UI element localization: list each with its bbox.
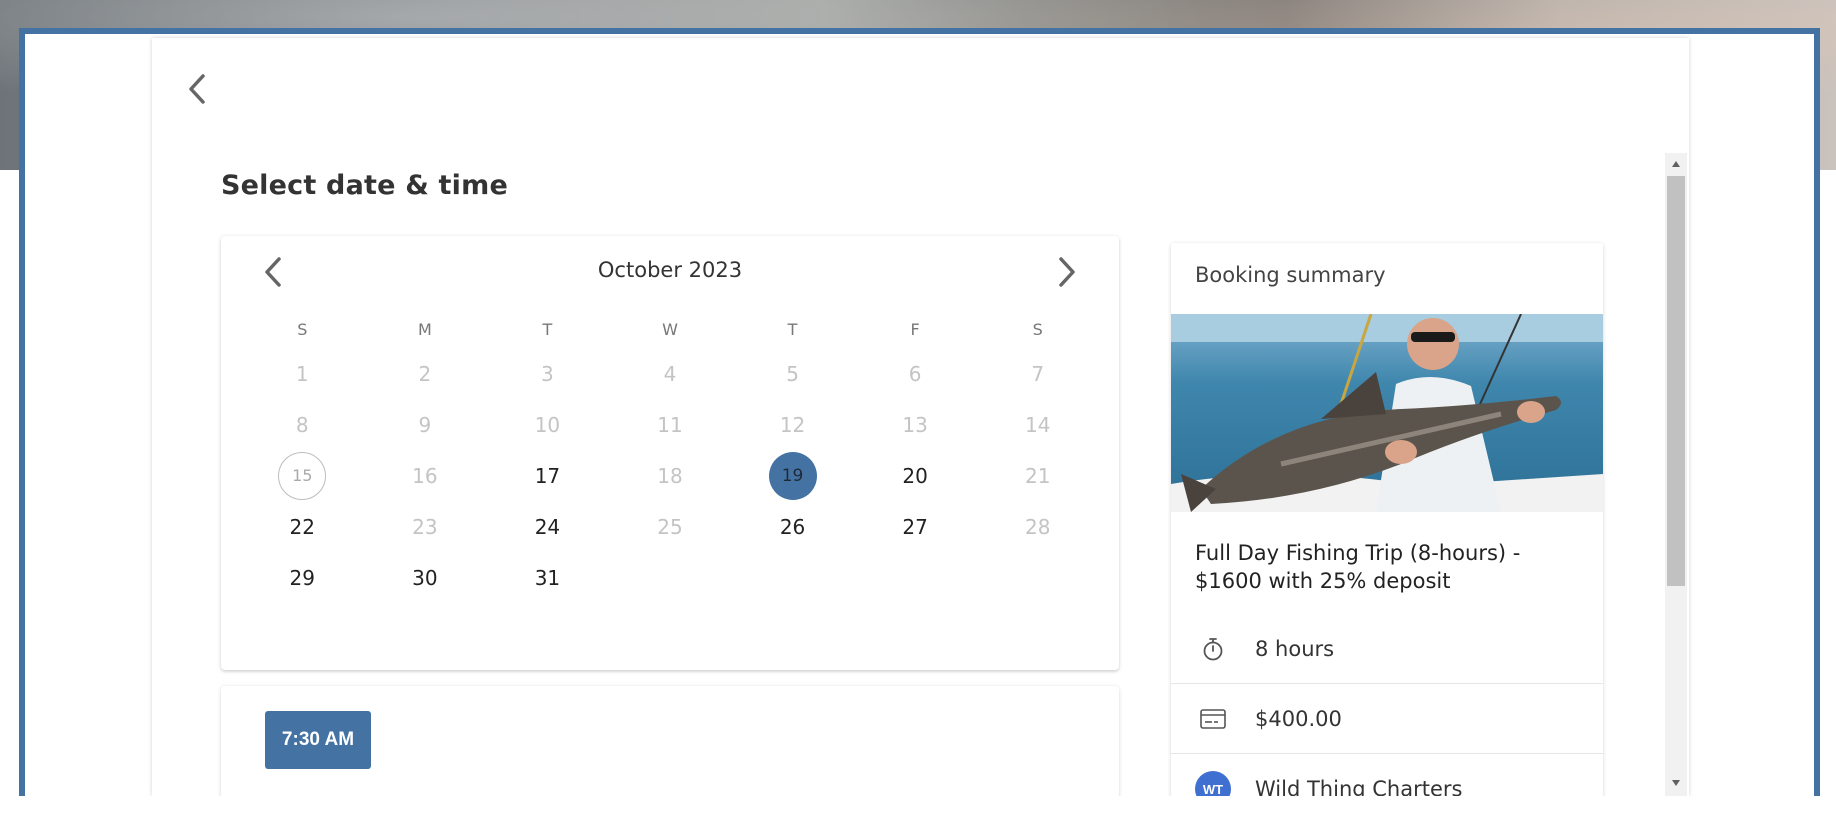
calendar-day-number: 13 xyxy=(902,412,928,437)
calendar-day-number: 15 xyxy=(278,451,327,500)
calendar-day-empty xyxy=(976,552,1099,603)
calendar-day-selected[interactable]: 19 xyxy=(731,450,854,501)
calendar-day-number: 7 xyxy=(1031,361,1045,386)
trip-name: Full Day Fishing Trip (8-hours) - $1600 … xyxy=(1195,541,1521,593)
trip-photo xyxy=(1171,314,1603,512)
scroll-up-button[interactable] xyxy=(1665,155,1687,173)
calendar-day[interactable]: 31 xyxy=(486,552,609,603)
calendar-day-disabled: 21 xyxy=(976,450,1099,501)
calendar-day-number: 1 xyxy=(295,361,309,386)
calendar-day-disabled: 10 xyxy=(486,399,609,450)
calendar-day-disabled: 28 xyxy=(976,501,1099,552)
calendar-grid: S M T W T F S 1 2 3 4 5 6 7 8 9 10 11 12 13 14 15 16 17 18 19 20 21… xyxy=(241,310,1099,603)
calendar-month-label: October 2023 xyxy=(597,258,743,282)
calendar-day-disabled: 4 xyxy=(609,348,732,399)
weekday-header: F xyxy=(910,319,920,339)
calendar-day-disabled: 3 xyxy=(486,348,609,399)
scroll-down-button[interactable] xyxy=(1665,774,1687,792)
weekday-header: S xyxy=(297,319,308,339)
calendar-day-number: 4 xyxy=(663,361,677,386)
scrollbar-thumb[interactable] xyxy=(1667,176,1685,586)
triangle-up-icon xyxy=(1672,161,1680,167)
summary-title: Booking summary xyxy=(1195,263,1386,287)
calendar-day[interactable]: 29 xyxy=(241,552,364,603)
calendar-day-number: 11 xyxy=(657,412,683,437)
calendar-day-number: 3 xyxy=(541,361,554,386)
frame-bottom-edge xyxy=(19,796,1820,829)
calendar-day-number: 24 xyxy=(534,514,561,539)
calendar-day-empty xyxy=(854,552,977,603)
calendar-day-disabled: 6 xyxy=(854,348,977,399)
stopwatch-icon xyxy=(1203,637,1223,660)
calendar-day-disabled: 12 xyxy=(731,399,854,450)
duration-value: 8 hours xyxy=(1255,636,1335,661)
calendar-day-number: 14 xyxy=(1024,412,1051,437)
calendar-day[interactable]: 22 xyxy=(241,501,364,552)
weekday-header: W xyxy=(662,319,678,339)
duration-row: 8 hours xyxy=(1171,614,1603,684)
calendar-day-disabled: 8 xyxy=(241,399,364,450)
calendar-day-disabled: 9 xyxy=(364,399,487,450)
calendar-day-disabled: 25 xyxy=(609,501,732,552)
calendar-day-disabled: 14 xyxy=(976,399,1099,450)
calendar-day-disabled: 23 xyxy=(364,501,487,552)
triangle-down-icon xyxy=(1672,780,1680,786)
calendar-day-number: 21 xyxy=(1024,463,1051,488)
calendar-day-number: 30 xyxy=(412,565,438,590)
calendar-day-disabled: 11 xyxy=(609,399,732,450)
calendar-day-number: 18 xyxy=(657,463,683,488)
price-value: $400.00 xyxy=(1255,706,1342,731)
weekday-header: M xyxy=(417,319,432,339)
booking-summary-card: Booking summary Full Day Fishing Trip (8… xyxy=(1171,243,1603,829)
calendar-day-number: 22 xyxy=(289,514,315,539)
price-row: $400.00 xyxy=(1171,684,1603,754)
calendar-day-disabled: 5 xyxy=(731,348,854,399)
time-slot-button[interactable]: 7:30 AM xyxy=(265,711,371,769)
calendar-day-number: 2 xyxy=(418,361,432,386)
calendar-day-disabled: 18 xyxy=(609,450,732,501)
calendar-day-disabled: 13 xyxy=(854,399,977,450)
calendar-day-number: 5 xyxy=(786,361,799,386)
calendar-day-number: 27 xyxy=(902,514,928,539)
page-title: Select date & time xyxy=(221,170,508,201)
calendar-day-empty xyxy=(731,552,854,603)
calendar-day-empty xyxy=(609,552,732,603)
calendar-day-number: 10 xyxy=(534,412,561,437)
calendar-day-number: 9 xyxy=(418,412,432,437)
weekday-header: T xyxy=(787,319,798,339)
weekday-header: T xyxy=(542,319,553,339)
calendar-day-disabled: 2 xyxy=(364,348,487,399)
calendar-card: October 2023 S M T W T F S 1 2 3 4 5 6 7 8 9 10 11 12 13 14 1… xyxy=(221,236,1119,670)
calendar-day[interactable]: 24 xyxy=(486,501,609,552)
calendar-day-number: 19 xyxy=(768,451,817,500)
calendar-day-disabled: 1 xyxy=(241,348,364,399)
calendar-day-number: 23 xyxy=(412,514,438,539)
calendar-day[interactable]: 20 xyxy=(854,450,977,501)
calendar-day-number: 29 xyxy=(289,565,315,590)
calendar-day-number: 8 xyxy=(295,412,309,437)
calendar-day-number: 28 xyxy=(1024,514,1051,539)
weekday-header: S xyxy=(1032,319,1043,339)
calendar-day-number: 12 xyxy=(779,412,806,437)
next-month-button[interactable] xyxy=(1047,250,1087,294)
calendar-day[interactable]: 30 xyxy=(364,552,487,603)
calendar-day[interactable]: 27 xyxy=(854,501,977,552)
chevron-right-icon xyxy=(1059,257,1075,287)
calendar-day-disabled: 16 xyxy=(364,450,487,501)
chevron-left-icon xyxy=(189,74,205,104)
calendar-day-today: 15 xyxy=(241,450,364,501)
calendar-day-number: 26 xyxy=(779,514,806,539)
credit-card-icon xyxy=(1200,708,1226,729)
calendar-day-number: 31 xyxy=(534,565,561,590)
calendar-day[interactable]: 17 xyxy=(486,450,609,501)
calendar-day-number: 16 xyxy=(412,463,438,488)
calendar-day-number: 6 xyxy=(908,361,922,386)
calendar-day-number: 17 xyxy=(534,463,561,488)
calendar-day-disabled: 7 xyxy=(976,348,1099,399)
calendar-day-number: 25 xyxy=(657,514,683,539)
back-button[interactable] xyxy=(180,70,214,108)
calendar-day-number: 20 xyxy=(902,463,928,488)
calendar-day[interactable]: 26 xyxy=(731,501,854,552)
